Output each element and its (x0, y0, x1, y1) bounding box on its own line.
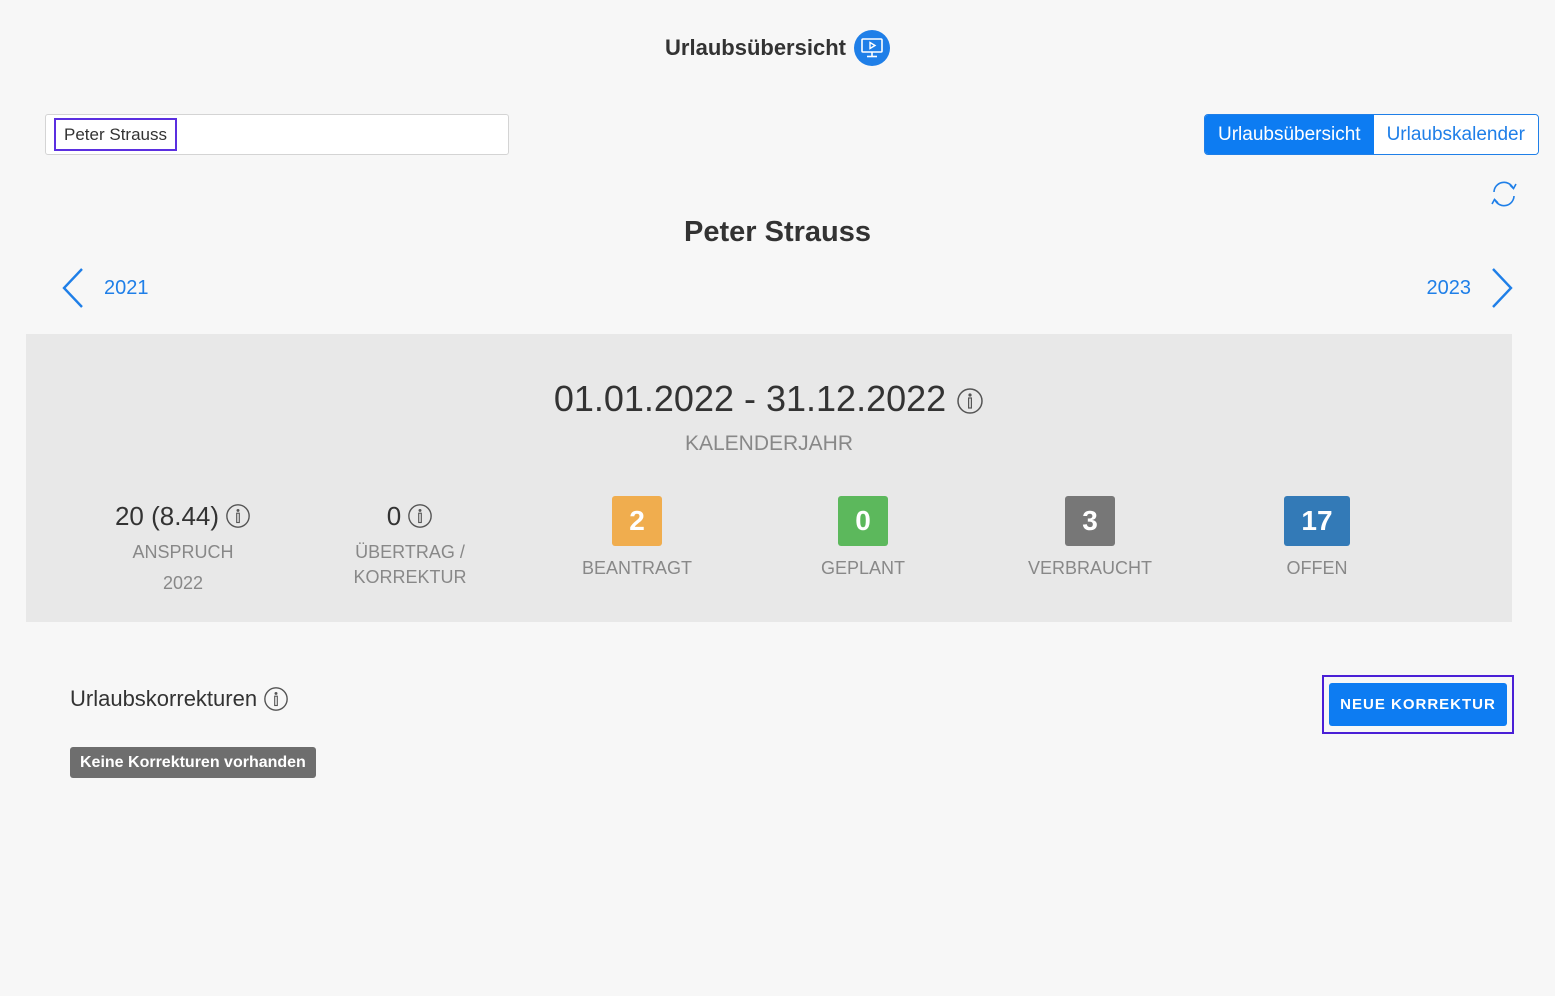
geplant-label: GEPLANT (820, 558, 906, 578)
info-icon[interactable] (956, 387, 984, 415)
beantragt-badge: 2 (612, 496, 662, 546)
stat-anspruch: 20 (8.44) ANSPRUCH 2022 (83, 496, 283, 596)
chevron-right-icon (1492, 268, 1513, 308)
korrekturen-title: Urlaubskorrekturen (70, 686, 258, 711)
offen-label: OFFEN (1286, 558, 1348, 578)
refresh-icon[interactable] (1486, 176, 1522, 212)
view-toggle: Urlaubsübersicht Urlaubskalender (1204, 114, 1539, 155)
offen-badge: 17 (1284, 496, 1350, 546)
stat-uebertrag: 0 ÜBERTRAG / KORREKTUR (310, 496, 510, 590)
vacation-summary-panel: 01.01.2022 - 31.12.2022 KALENDERJAHR 20 … (26, 334, 1512, 622)
employee-search-input[interactable]: Peter Strauss (45, 114, 509, 155)
uebertrag-label-2: KORREKTUR (353, 567, 467, 587)
employee-name-heading: Peter Strauss (684, 216, 871, 248)
info-icon[interactable] (263, 686, 289, 712)
info-icon[interactable] (225, 503, 251, 529)
stat-geplant: 0 GEPLANT (763, 496, 963, 579)
previous-year-label: 2021 (104, 276, 149, 299)
new-correction-button[interactable]: NEUE KORREKTUR (1329, 683, 1507, 726)
stat-offen: 17 OFFEN (1217, 496, 1417, 579)
tab-urlaubskalender[interactable]: Urlaubskalender (1373, 115, 1538, 154)
beantragt-label: BEANTRAGT (581, 558, 692, 578)
next-year-link[interactable]: 2023 (1427, 266, 1516, 310)
tab-urlaubsuebersicht[interactable]: Urlaubsübersicht (1205, 115, 1374, 154)
next-year-label: 2023 (1426, 276, 1472, 299)
new-correction-focus-frame: NEUE KORREKTUR (1322, 675, 1514, 734)
chevron-left-icon (62, 268, 83, 308)
korrekturen-heading: Urlaubskorrekturen (70, 686, 289, 712)
selected-employee-chip[interactable]: Peter Strauss (54, 118, 177, 151)
verbraucht-label: VERBRAUCHT (1027, 558, 1152, 578)
verbraucht-badge: 3 (1065, 496, 1115, 546)
monitor-play-icon[interactable] (853, 30, 890, 66)
uebertrag-label-1: ÜBERTRAG / (355, 542, 465, 562)
stat-verbraucht: 3 VERBRAUCHT (990, 496, 1190, 579)
stat-beantragt: 2 BEANTRAGT (537, 496, 737, 579)
no-corrections-badge: Keine Korrekturen vorhanden (70, 747, 316, 778)
page-title: Urlaubsübersicht (665, 35, 846, 60)
uebertrag-value: 0 (386, 500, 402, 531)
period-range-text: 01.01.2022 - 31.12.2022 (553, 378, 947, 419)
previous-year-link[interactable]: 2021 (60, 266, 149, 310)
anspruch-year: 2022 (162, 573, 204, 593)
period-type: KALENDERJAHR (684, 432, 854, 455)
page-header: Urlaubsübersicht (0, 30, 1555, 66)
anspruch-value: 20 (8.44) (114, 500, 220, 531)
period-range: 01.01.2022 - 31.12.2022 (26, 378, 1512, 420)
anspruch-label: ANSPRUCH (132, 542, 234, 562)
geplant-badge: 0 (838, 496, 888, 546)
info-icon[interactable] (407, 503, 433, 529)
